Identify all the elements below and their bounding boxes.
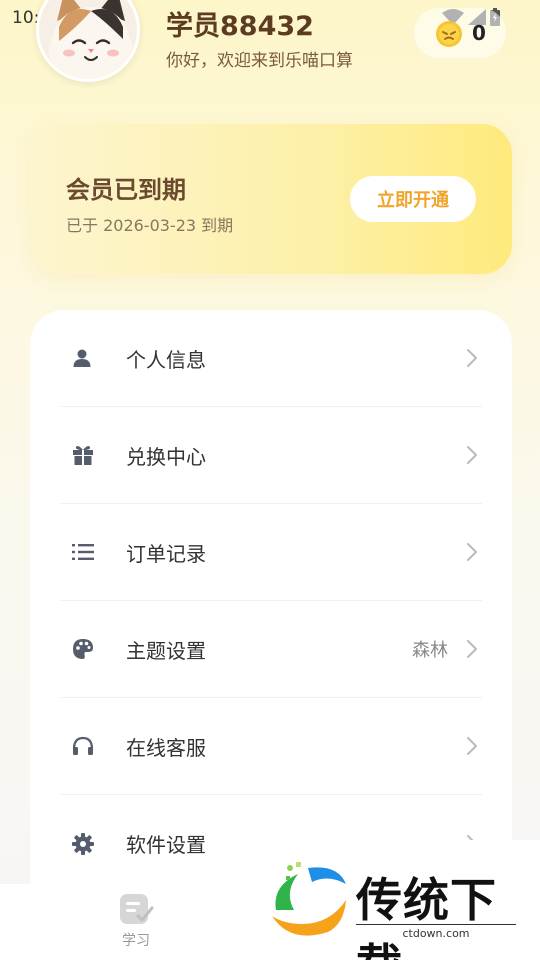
study-book-icon — [120, 894, 154, 924]
list-icon — [72, 544, 94, 560]
nav-tab-label: 学习 — [122, 933, 150, 949]
coin-count: 0 — [472, 21, 486, 45]
chevron-right-icon — [467, 640, 477, 658]
chevron-right-icon — [467, 446, 477, 464]
menu-item-theme[interactable]: 主题设置 森林 — [60, 601, 482, 698]
menu-item-orders[interactable]: 订单记录 — [60, 504, 482, 601]
watermark-url: ctdown.com — [356, 924, 516, 940]
menu-item-support[interactable]: 在线客服 — [60, 698, 482, 795]
coin-face-icon — [436, 21, 463, 47]
watermark: 传统下载 ctdown.com — [264, 840, 540, 960]
nav-tab-study[interactable]: 学习 — [108, 892, 164, 950]
coin-balance[interactable]: 0 — [414, 8, 506, 58]
chevron-right-icon — [467, 737, 477, 755]
cat-avatar-icon — [39, 0, 137, 79]
username: 学员88432 — [166, 11, 314, 42]
gear-icon — [72, 832, 94, 855]
watermark-logo-icon — [272, 862, 346, 936]
menu-label: 兑换中心 — [126, 444, 206, 469]
watermark-brand: 传统下载 — [356, 873, 497, 960]
menu-item-redeem[interactable]: 兑换中心 — [60, 407, 482, 504]
avatar[interactable] — [36, 0, 140, 82]
chevron-right-icon — [467, 543, 477, 561]
menu-label: 个人信息 — [126, 347, 206, 372]
membership-expiry: 已于 2026-03-23 到期 — [66, 216, 234, 235]
settings-menu: 个人信息 兑换中心 订单记录 主题设置 森林 在线客服 软件设置 — [30, 310, 512, 910]
palette-icon — [73, 639, 93, 659]
membership-title: 会员已到期 — [66, 176, 186, 204]
menu-label: 订单记录 — [126, 541, 206, 566]
menu-value: 森林 — [412, 640, 448, 661]
greeting-text: 你好，欢迎来到乐喵口算 — [166, 51, 353, 71]
activate-membership-button[interactable]: 立即开通 — [350, 176, 476, 222]
menu-label: 在线客服 — [126, 735, 206, 760]
headphones-icon — [72, 736, 94, 755]
membership-card: 会员已到期 已于 2026-03-23 到期 立即开通 — [30, 124, 512, 274]
gift-icon — [73, 446, 93, 465]
menu-item-profile[interactable]: 个人信息 — [60, 310, 482, 407]
person-icon — [73, 349, 91, 367]
menu-label: 主题设置 — [126, 638, 206, 663]
chevron-right-icon — [467, 349, 477, 367]
